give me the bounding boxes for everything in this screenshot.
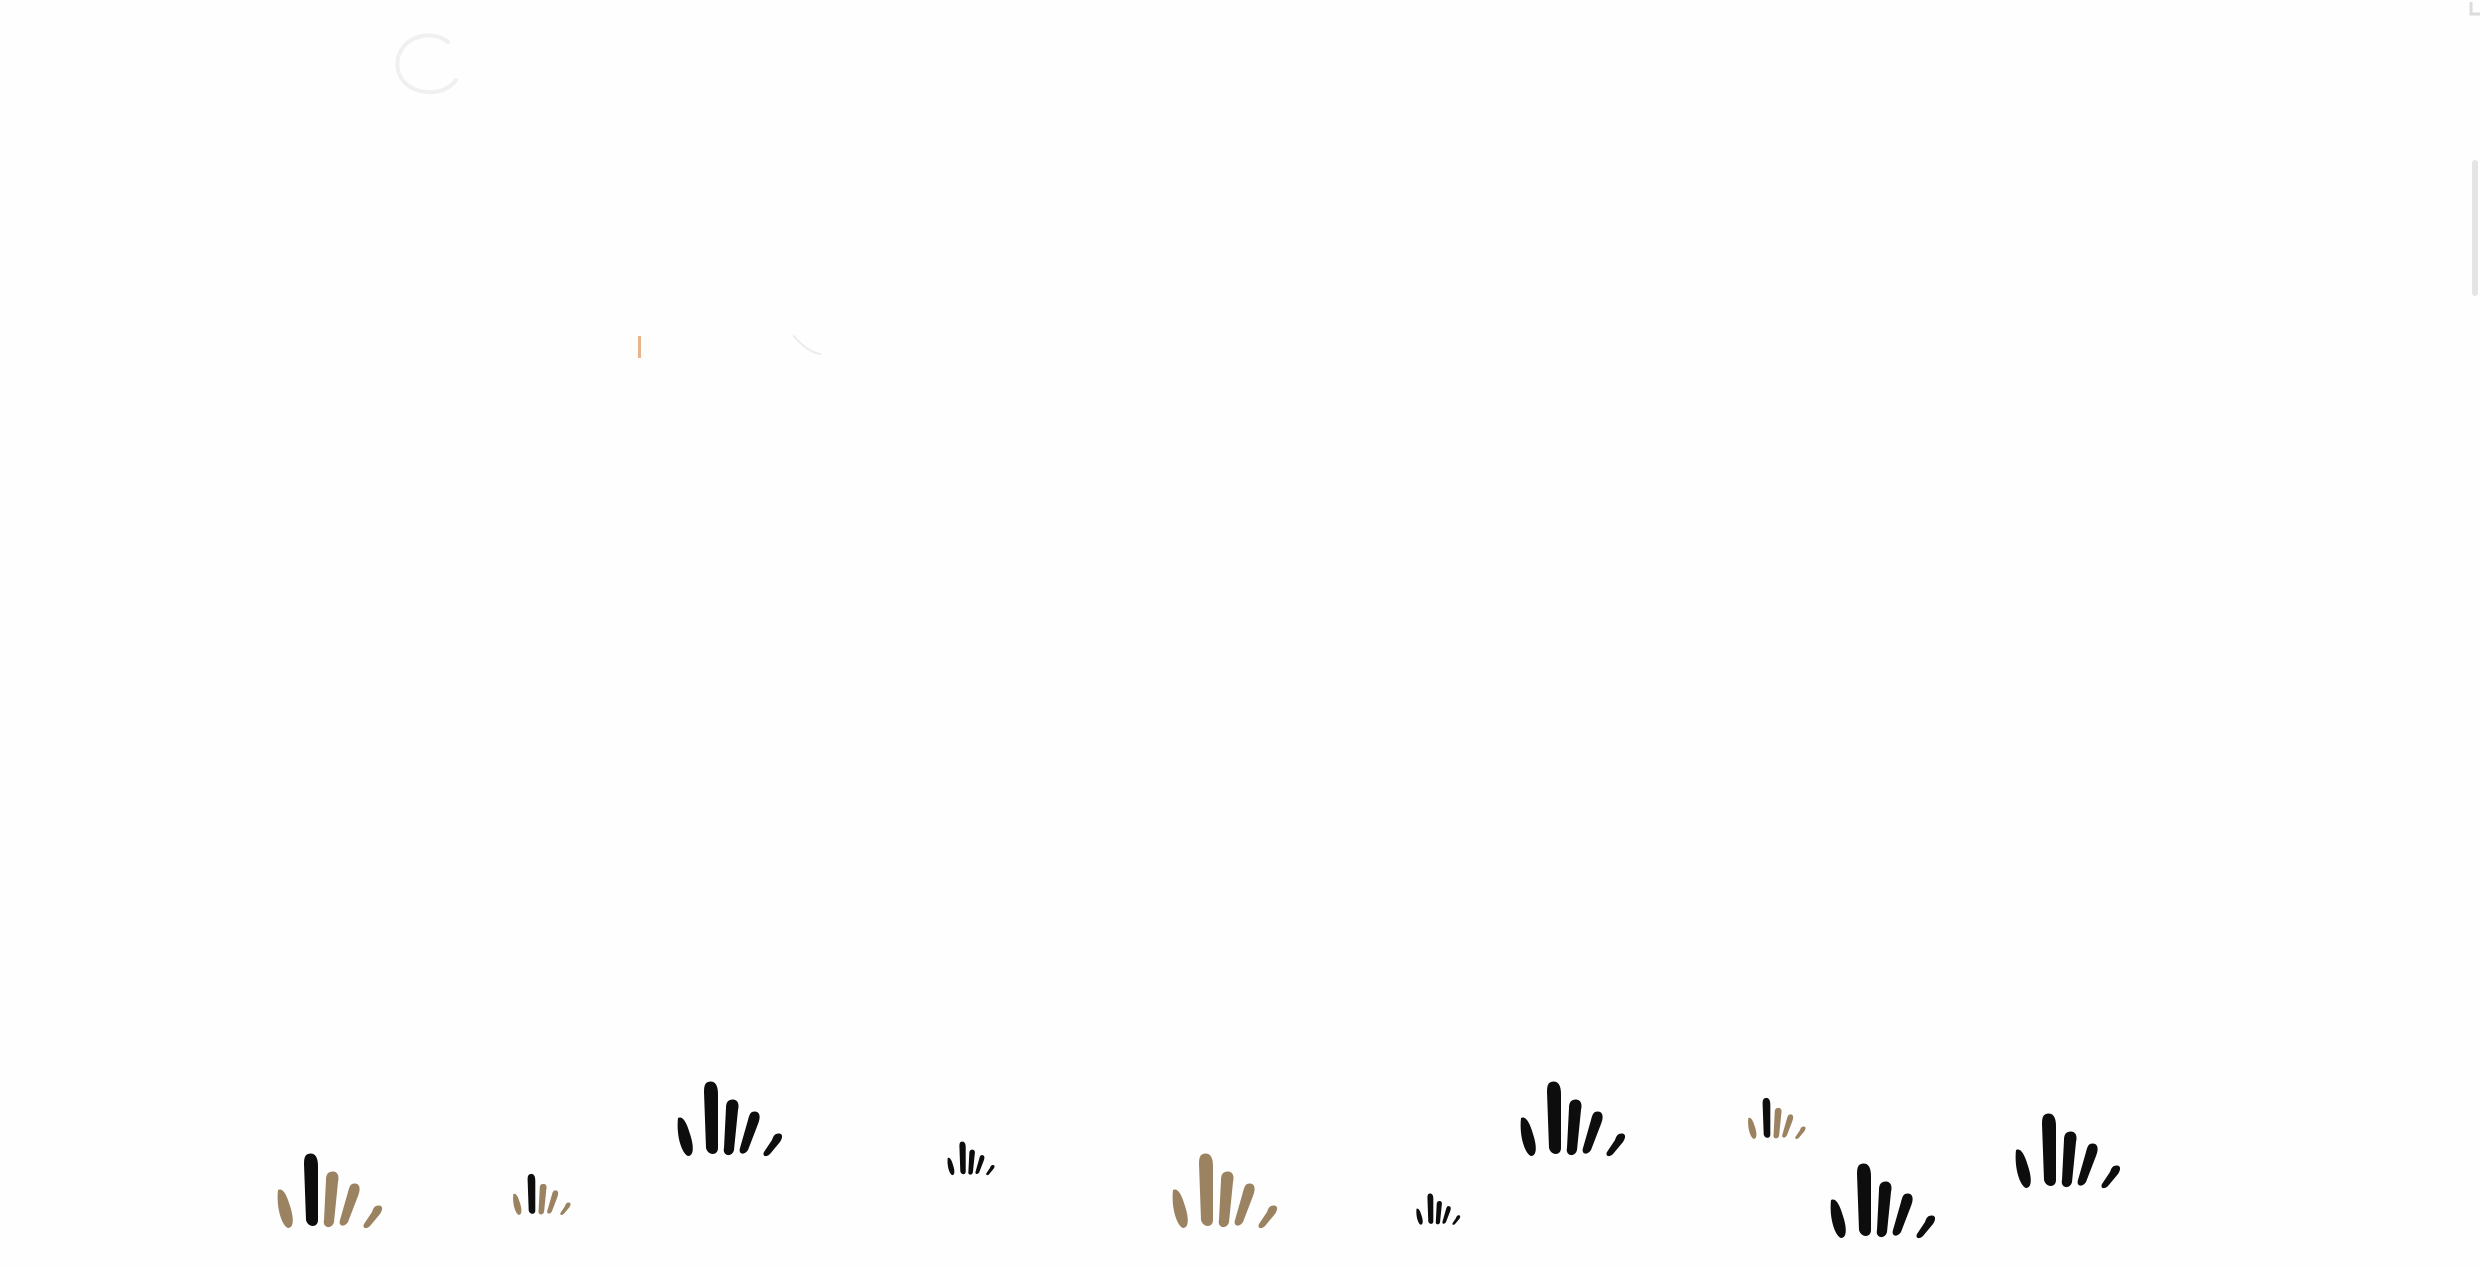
grass-tuft-icon: [1748, 1097, 1806, 1139]
grass-tuft-icon: [1520, 1081, 1626, 1157]
hero-text-cursor: [638, 336, 641, 358]
grass-tuft-icon: [277, 1153, 383, 1229]
scroll-thumb[interactable]: [2472, 160, 2478, 296]
page-scrollbar[interactable]: [2468, 0, 2480, 1268]
hero-decorative-stroke: [793, 335, 821, 355]
logo-icon: [395, 33, 458, 95]
grass-tuft-icon: [1416, 1193, 1461, 1225]
page: [0, 0, 2480, 1268]
grass-tuft-icon: [513, 1173, 571, 1215]
grass-tuft-icon: [677, 1081, 783, 1157]
site-logo-link[interactable]: [390, 28, 486, 98]
grass-tuft-icon: [1830, 1163, 1936, 1239]
grass-tuft-icon: [2015, 1113, 2121, 1189]
site-header: [0, 0, 2480, 130]
grass-tuft-icon: [947, 1141, 995, 1176]
grass-tuft-icon: [1172, 1153, 1278, 1229]
scroll-up-arrow-icon[interactable]: [2468, 0, 2480, 26]
